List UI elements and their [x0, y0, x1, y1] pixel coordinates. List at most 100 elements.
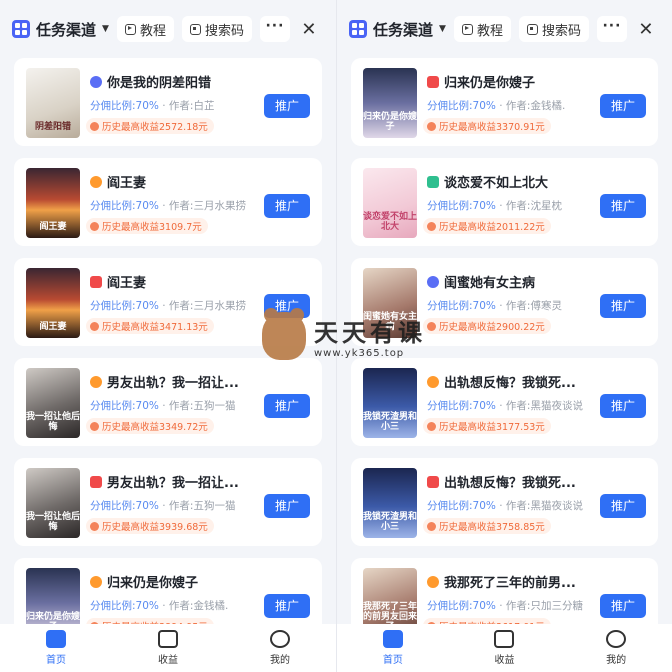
close-icon[interactable]: ✕ — [635, 19, 657, 40]
book-card: 我锁死渣男和小三 出轨想反悔？我锁死... 分佣比例:70% · 作者:黑猫夜谈… — [351, 458, 658, 546]
search-code-button[interactable]: 搜索码 — [181, 16, 252, 42]
book-cover: 归来仍是你嫂子 — [26, 568, 80, 624]
income-badge: 历史最高收益3109.7元 — [86, 218, 208, 234]
play-icon — [124, 23, 136, 35]
tab-bar: 首页 收益 我的 — [0, 624, 336, 672]
author-name: 黑猫夜谈说 — [530, 500, 583, 512]
income-icon — [427, 421, 436, 431]
book-meta: 分佣比例:70% · 作者:金钱橘. — [90, 600, 229, 612]
commission-rate-label: 分佣比例: — [90, 100, 136, 112]
earnings-icon — [158, 630, 178, 648]
income-badge: 历史最高收益3758.85元 — [423, 518, 551, 534]
book-cover: 我那死了三年的前男友回来了 — [363, 568, 417, 624]
book-card: 我锁死渣男和小三 出轨想反悔？我锁死... 分佣比例:70% · 作者:黑猫夜谈… — [351, 358, 658, 446]
commission-rate: 70% — [135, 300, 159, 312]
book-title-row: 阎王妻 — [90, 172, 312, 191]
commission-rate-label: 分佣比例: — [90, 400, 136, 412]
book-cover: 阎王妻 — [26, 268, 80, 338]
income-icon — [427, 121, 436, 131]
tutorial-label: 教程 — [476, 23, 503, 39]
channel-label: 任务渠道 — [36, 20, 97, 39]
author-label: 作者: — [168, 100, 194, 112]
commission-rate-label: 分佣比例: — [427, 600, 473, 612]
tab-1[interactable]: 收益 — [474, 630, 534, 666]
promote-button[interactable]: 推广 — [600, 494, 646, 518]
book-title: 你是我的阴差阳错 — [107, 76, 212, 91]
author-label: 作者: — [168, 300, 194, 312]
cover-text: 阎王妻 — [39, 222, 67, 232]
promote-button[interactable]: 推广 — [600, 594, 646, 618]
book-meta: 分佣比例:70% · 作者:黑猫夜谈说 — [427, 500, 583, 512]
author-label: 作者: — [505, 400, 531, 412]
income-badge: 历史最高收益3939.68元 — [86, 518, 214, 534]
commission-rate-label: 分佣比例: — [427, 100, 473, 112]
platform-badge-icon — [427, 375, 439, 388]
search-code-button[interactable]: 搜索码 — [518, 16, 589, 42]
income-badge: 历史最高收益2572.18元 — [86, 118, 214, 134]
channel-dropdown[interactable]: 任务渠道 ▼ — [12, 19, 109, 40]
commission-rate-label: 分佣比例: — [90, 300, 136, 312]
book-title-row: 出轨想反悔？我锁死... — [427, 372, 648, 391]
channel-dropdown[interactable]: 任务渠道 ▼ — [349, 19, 446, 40]
promote-button[interactable]: 推广 — [600, 394, 646, 418]
author-label: 作者: — [505, 600, 531, 612]
promote-button[interactable]: 推广 — [264, 294, 310, 318]
promote-button[interactable]: 推广 — [264, 594, 310, 618]
tutorial-button[interactable]: 教程 — [453, 16, 511, 42]
tab-2[interactable]: 我的 — [250, 630, 310, 666]
book-title-row: 你是我的阴差阳错 — [90, 72, 312, 91]
commission-rate: 70% — [472, 600, 496, 612]
promote-button[interactable]: 推广 — [600, 194, 646, 218]
code-icon — [189, 23, 201, 35]
book-title: 归来仍是你嫂子 — [107, 576, 199, 591]
book-title-row: 归来仍是你嫂子 — [90, 572, 312, 591]
promote-button[interactable]: 推广 — [264, 94, 310, 118]
promote-button[interactable]: 推广 — [264, 494, 310, 518]
book-meta: 分佣比例:70% · 作者:沈星枕 — [427, 200, 562, 212]
tab-label: 收益 — [494, 655, 515, 666]
cover-text: 我锁死渣男和小三 — [363, 412, 417, 432]
commission-rate: 70% — [135, 400, 159, 412]
commission-rate: 70% — [472, 100, 496, 112]
tab-1[interactable]: 收益 — [138, 630, 198, 666]
book-cover: 阎王妻 — [26, 168, 80, 238]
cover-text: 谈恋爱不如上北大 — [363, 212, 417, 232]
close-icon[interactable]: ✕ — [298, 19, 320, 40]
book-cover: 我锁死渣男和小三 — [363, 468, 417, 538]
tab-2[interactable]: 我的 — [586, 630, 646, 666]
play-icon — [461, 23, 473, 35]
author-label: 作者: — [505, 500, 531, 512]
income-badge: 历史最高收益3370.91元 — [423, 118, 551, 134]
more-icon[interactable]: ··· — [259, 16, 290, 42]
income-icon — [427, 521, 436, 531]
book-title: 男友出轨？我一招让... — [107, 376, 239, 391]
platform-badge-icon — [427, 75, 439, 88]
book-card: 谈恋爱不如上北大 谈恋爱不如上北大 分佣比例:70% · 作者:沈星枕 历史最高… — [351, 158, 658, 246]
author-name: 黑猫夜谈说 — [530, 400, 583, 412]
tab-0[interactable]: 首页 — [26, 630, 86, 666]
author-name: 傅寒灵 — [530, 300, 562, 312]
commission-rate-label: 分佣比例: — [427, 500, 473, 512]
more-icon[interactable]: ··· — [596, 16, 627, 42]
income-badge: 历史最高收益3471.13元 — [86, 318, 214, 334]
tab-0[interactable]: 首页 — [363, 630, 423, 666]
promote-button[interactable]: 推广 — [264, 394, 310, 418]
promote-button[interactable]: 推广 — [600, 294, 646, 318]
promote-button[interactable]: 推广 — [264, 194, 310, 218]
tutorial-button[interactable]: 教程 — [116, 16, 174, 42]
book-title: 出轨想反悔？我锁死... — [444, 476, 576, 491]
book-card: 阎王妻 阎王妻 分佣比例:70% · 作者:三月水果捞 历史最高收益3471.1… — [14, 258, 322, 346]
cover-text: 我一招让他后悔 — [26, 512, 80, 532]
home-icon — [382, 630, 403, 648]
author-name: 金钱橘. — [193, 600, 229, 612]
book-title: 男友出轨？我一招让... — [107, 476, 239, 491]
commission-rate-label: 分佣比例: — [427, 200, 473, 212]
book-title: 阎王妻 — [107, 276, 147, 291]
book-cover: 谈恋爱不如上北大 — [363, 168, 417, 238]
promote-button[interactable]: 推广 — [600, 94, 646, 118]
income-text: 历史最高收益3177.53元 — [439, 422, 545, 433]
author-name: 白芷 — [193, 100, 215, 112]
tab-label: 收益 — [158, 655, 178, 666]
book-cover: 我锁死渣男和小三 — [363, 368, 417, 438]
book-meta: 分佣比例:70% · 作者:五狗一猫 — [90, 400, 236, 412]
